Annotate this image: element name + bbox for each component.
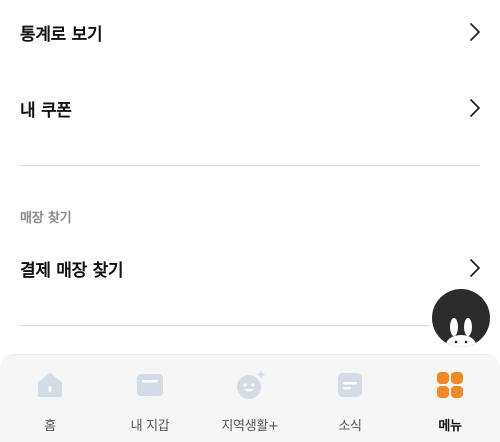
section-divider — [20, 325, 430, 326]
character-fab-button[interactable] — [432, 289, 490, 347]
menu-item-find-store[interactable]: 결제 매장 찾기 — [20, 248, 482, 288]
chevron-right-icon — [470, 259, 480, 277]
tab-label: 지역생활+ — [221, 419, 279, 434]
wallet-icon — [137, 374, 163, 396]
tab-home[interactable]: 홈 — [0, 369, 100, 439]
grid-menu-icon — [437, 372, 463, 398]
section-title-store: 매장 찾기 — [20, 211, 72, 226]
tab-local-life[interactable]: 지역생활+ — [200, 369, 300, 439]
section-divider — [20, 165, 480, 166]
menu-item-label: 결제 매장 찾기 — [20, 260, 124, 281]
news-icon — [338, 373, 362, 397]
menu-item-stats[interactable]: 통계로 보기 — [20, 12, 482, 52]
tab-label: 소식 — [338, 419, 362, 434]
smile-sparkle-icon — [237, 370, 266, 399]
tab-menu[interactable]: 메뉴 — [400, 369, 500, 439]
tab-wallet[interactable]: 내 지갑 — [100, 369, 200, 439]
menu-item-label: 내 쿠폰 — [20, 100, 72, 121]
chevron-right-icon — [470, 99, 480, 117]
tab-label: 내 지갑 — [130, 419, 170, 434]
menu-item-label: 통계로 보기 — [20, 24, 103, 45]
tab-label: 홈 — [44, 419, 56, 434]
tab-news[interactable]: 소식 — [300, 369, 400, 439]
home-icon — [38, 373, 62, 397]
rabbit-character-icon — [446, 318, 476, 347]
bottom-tab-bar: 홈 내 지갑 지역생활+ 소식 메뉴 — [0, 354, 500, 442]
tab-label: 메뉴 — [438, 419, 462, 434]
menu-item-coupons[interactable]: 내 쿠폰 — [20, 88, 482, 128]
chevron-right-icon — [470, 23, 480, 41]
